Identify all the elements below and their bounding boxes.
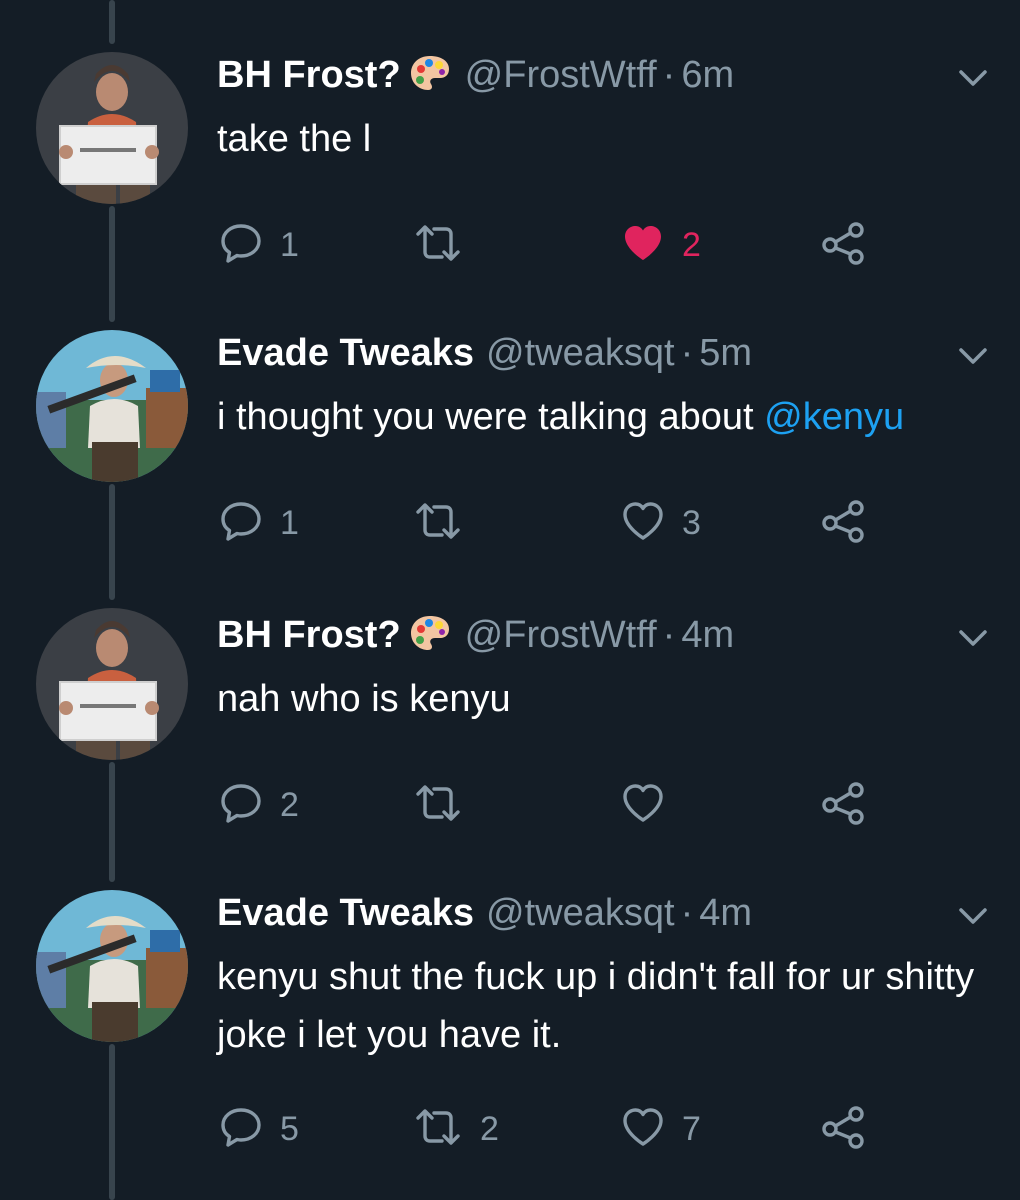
retweet-count: 2 bbox=[480, 1109, 499, 1148]
thread-connector-line bbox=[109, 0, 115, 44]
display-name[interactable]: BH Frost? bbox=[217, 54, 401, 96]
retweet-icon bbox=[412, 1104, 464, 1155]
reply-icon bbox=[218, 780, 264, 831]
chevron-down-icon[interactable] bbox=[953, 58, 993, 98]
retweet-button[interactable] bbox=[412, 498, 480, 548]
separator-dot: · bbox=[680, 892, 694, 934]
tweet-text: nah who is kenyu bbox=[217, 670, 1007, 728]
heart-icon bbox=[620, 498, 666, 549]
heart-icon bbox=[620, 220, 666, 271]
reply-count: 1 bbox=[280, 225, 299, 264]
reply-button[interactable]: 5 bbox=[218, 1104, 299, 1154]
palette-emoji-icon bbox=[409, 613, 451, 664]
share-button[interactable] bbox=[820, 498, 868, 548]
username-handle[interactable]: @tweaksqt bbox=[486, 892, 675, 934]
reply-count: 1 bbox=[280, 503, 299, 542]
tweet-text-segment: take the l bbox=[217, 118, 372, 160]
retweet-button[interactable] bbox=[412, 780, 480, 830]
avatar[interactable] bbox=[36, 52, 188, 204]
like-button[interactable]: 3 bbox=[620, 498, 701, 548]
tweet-text-segment: nah who is kenyu bbox=[217, 678, 511, 720]
avatar[interactable] bbox=[36, 608, 188, 760]
reply-count: 2 bbox=[280, 785, 299, 824]
timestamp[interactable]: 6m bbox=[681, 54, 734, 96]
retweet-button[interactable]: 2 bbox=[412, 1104, 499, 1154]
retweet-icon bbox=[412, 780, 464, 831]
tweet-text-segment: i thought you were talking about bbox=[217, 396, 765, 438]
reply-button[interactable]: 1 bbox=[218, 498, 299, 548]
username-handle[interactable]: @tweaksqt bbox=[486, 332, 675, 374]
share-icon bbox=[820, 779, 868, 832]
share-icon bbox=[820, 1103, 868, 1156]
separator-dot: · bbox=[662, 54, 676, 96]
tweet-text: kenyu shut the fuck up i didn't fall for… bbox=[217, 948, 1007, 1064]
chevron-down-icon[interactable] bbox=[953, 336, 993, 376]
tweet-header: BH Frost? @FrostWtff · 6m bbox=[217, 52, 734, 104]
timestamp[interactable]: 4m bbox=[681, 614, 734, 656]
chevron-down-icon[interactable] bbox=[953, 896, 993, 936]
reply-icon bbox=[218, 498, 264, 549]
mention-link[interactable]: @kenyu bbox=[764, 396, 904, 438]
separator-dot: · bbox=[680, 332, 694, 374]
tweet[interactable]: BH Frost? @FrostWtff · 4m nah who is kenyu… bbox=[0, 608, 1020, 892]
heart-icon bbox=[620, 1104, 666, 1155]
timestamp[interactable]: 4m bbox=[699, 892, 752, 934]
share-icon bbox=[820, 497, 868, 550]
timestamp[interactable]: 5m bbox=[699, 332, 752, 374]
share-button[interactable] bbox=[820, 220, 868, 270]
like-button[interactable]: 2 bbox=[620, 220, 701, 270]
avatar[interactable] bbox=[36, 330, 188, 482]
share-button[interactable] bbox=[820, 780, 868, 830]
reply-button[interactable]: 2 bbox=[218, 780, 299, 830]
tweet[interactable]: BH Frost? @FrostWtff · 6m take the l 1 2 bbox=[0, 52, 1020, 332]
display-name[interactable]: Evade Tweaks bbox=[217, 332, 474, 374]
heart-icon bbox=[620, 780, 666, 831]
display-name[interactable]: BH Frost? bbox=[217, 614, 401, 656]
share-icon bbox=[820, 219, 868, 272]
chevron-down-icon[interactable] bbox=[953, 618, 993, 658]
tweet-text: take the l bbox=[217, 110, 1007, 168]
palette-emoji-icon bbox=[409, 53, 451, 104]
tweet-header: BH Frost? @FrostWtff · 4m bbox=[217, 612, 734, 664]
tweet-actions: 1 2 bbox=[0, 220, 1020, 270]
like-count: 7 bbox=[682, 1109, 701, 1148]
avatar[interactable] bbox=[36, 890, 188, 1042]
tweet-header: Evade Tweaks @tweaksqt · 4m bbox=[217, 890, 752, 936]
tweet-actions: 2 bbox=[0, 780, 1020, 830]
tweet-text-segment: kenyu shut the fuck up i didn't fall for… bbox=[217, 956, 975, 1056]
reply-count: 5 bbox=[280, 1109, 299, 1148]
reply-icon bbox=[218, 220, 264, 271]
like-count: 3 bbox=[682, 503, 701, 542]
retweet-icon bbox=[412, 220, 464, 271]
like-button[interactable]: 7 bbox=[620, 1104, 701, 1154]
share-button[interactable] bbox=[820, 1104, 868, 1154]
tweet[interactable]: Evade Tweaks @tweaksqt · 5m i thought you w… bbox=[0, 330, 1020, 610]
tweet-actions: 1 3 bbox=[0, 498, 1020, 548]
like-count: 2 bbox=[682, 225, 701, 264]
tweet-text: i thought you were talking about @kenyu bbox=[217, 388, 1007, 446]
reply-icon bbox=[218, 1104, 264, 1155]
retweet-button[interactable] bbox=[412, 220, 480, 270]
tweet-header: Evade Tweaks @tweaksqt · 5m bbox=[217, 330, 752, 376]
reply-button[interactable]: 1 bbox=[218, 220, 299, 270]
tweet-actions: 5 2 7 bbox=[0, 1104, 1020, 1154]
retweet-icon bbox=[412, 498, 464, 549]
tweet[interactable]: Evade Tweaks @tweaksqt · 4m kenyu shut the … bbox=[0, 890, 1020, 1170]
separator-dot: · bbox=[662, 614, 676, 656]
display-name[interactable]: Evade Tweaks bbox=[217, 892, 474, 934]
username-handle[interactable]: @FrostWtff bbox=[465, 54, 657, 96]
like-button[interactable] bbox=[620, 780, 682, 830]
username-handle[interactable]: @FrostWtff bbox=[465, 614, 657, 656]
